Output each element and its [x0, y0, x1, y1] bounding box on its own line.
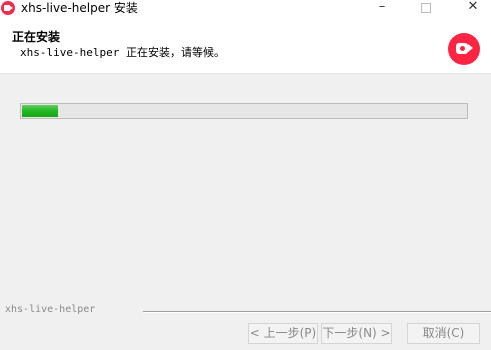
- title-bar: xhs-live-helper 安装 – ✕: [0, 0, 491, 16]
- maximize-button: [410, 0, 442, 16]
- progress-fill: [22, 105, 58, 117]
- install-progress-bar: [20, 103, 468, 119]
- header-subtitle: xhs-live-helper 正在安装，请等候。: [20, 46, 225, 59]
- branding-text: xhs-live-helper: [5, 304, 96, 315]
- installer-header: 正在安装 xhs-live-helper 正在安装，请等候。: [0, 16, 491, 74]
- camera-logo-icon: [448, 33, 480, 65]
- minimize-button[interactable]: –: [366, 0, 398, 16]
- back-button[interactable]: < 上一步(P): [248, 323, 318, 344]
- header-title: 正在安装: [12, 30, 61, 44]
- next-button[interactable]: 下一步(N) >: [321, 323, 392, 344]
- cancel-button[interactable]: 取消(C): [407, 323, 480, 344]
- app-icon: [1, 1, 15, 15]
- window-title: xhs-live-helper 安装: [21, 1, 138, 15]
- close-button[interactable]: ✕: [457, 0, 489, 16]
- branding-divider: [143, 311, 491, 313]
- maximize-icon: [421, 3, 431, 13]
